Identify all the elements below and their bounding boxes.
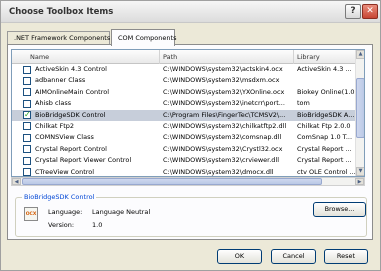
help-button[interactable]: ? — [345, 4, 361, 19]
row-library: Chilkat Ftp 2.0.0 — [297, 121, 351, 130]
row-path: C:\WINDOWS\system32\YXOnline.ocx — [163, 87, 285, 96]
row-library: tom — [297, 99, 310, 108]
row-name: Crystal Report Viewer Control — [35, 156, 132, 165]
close-button[interactable]: ✕ — [362, 4, 378, 19]
row-path: C:\Program Files\FingerTec\TCMSV2\... — [163, 110, 286, 119]
row-name: Ahisb class — [35, 99, 72, 108]
row-library: ComSnap 1.0 T... — [297, 133, 353, 142]
row-checkbox[interactable] — [23, 122, 31, 131]
row-library: BioBridgeSDK A... — [297, 110, 355, 119]
window-title: Choose Toolbox Items — [9, 7, 114, 17]
column-header-library[interactable]: Library — [294, 50, 357, 64]
row-name: BioBridgeSDK Control — [35, 110, 106, 119]
row-library — [297, 75, 357, 86]
table-row[interactable]: adbanner Class C:\WINDOWS\system32\msdxm.… — [12, 75, 357, 86]
language-label: Language: — [48, 208, 83, 216]
row-name: AIMOnlineMain Control — [35, 87, 110, 96]
tab-com-components[interactable]: COM Components — [111, 29, 176, 46]
ok-button[interactable]: OK — [217, 249, 262, 264]
table-row[interactable]: CTreeView Control C:\WINDOWS\system32\dmo… — [12, 167, 357, 176]
scroll-left-arrow-icon[interactable]: ◀ — [12, 178, 21, 185]
horizontal-scrollbar[interactable]: ◀ ▶ — [11, 177, 365, 186]
cancel-button[interactable]: Cancel — [271, 249, 316, 264]
row-name: Chilkat Ftp2 — [35, 121, 75, 130]
choose-toolbox-items-dialog: Choose Toolbox Items ? ✕ .NET Framework … — [0, 0, 381, 271]
table-row[interactable]: Crystal Report Viewer Control C:\WINDOWS\… — [12, 155, 357, 166]
row-path: C:\WINDOWS\system32\crviewer.dll — [163, 156, 280, 165]
table-row[interactable]: Chilkat Ftp2 C:\WINDOWS\system32\chilkatf… — [12, 121, 357, 132]
title-bar: Choose Toolbox Items ? ✕ — [1, 1, 380, 23]
language-value: Language Neutral — [92, 208, 151, 216]
row-path: C:\WINDOWS\system32\inetcrr\port... — [163, 99, 285, 108]
browse-button[interactable]: Browse... — [313, 202, 366, 217]
row-checkbox[interactable] — [23, 145, 31, 154]
row-name: COMNSView Class — [35, 133, 94, 142]
table-row[interactable]: Ahisb class C:\WINDOWS\system32\inetcrr\p… — [12, 98, 357, 109]
row-path: C:\WINDOWS\system32\dmocx.dll — [163, 167, 274, 176]
row-library: Crystal Report ... — [297, 144, 352, 153]
table-row[interactable]: BioBridgeSDK Control C:\Program Files\Fin… — [12, 109, 357, 121]
tab-strip: .NET Framework Components COM Components — [7, 29, 367, 46]
row-checkbox[interactable] — [23, 156, 31, 165]
version-value: 1.0 — [92, 221, 103, 229]
ocx-icon: OCX — [24, 207, 38, 221]
reset-button[interactable]: Reset — [324, 249, 368, 264]
row-library: Crystal Report ... — [297, 156, 352, 165]
row-library: ctv OLE Control ... — [297, 167, 356, 176]
version-label: Version: — [48, 221, 75, 229]
row-checkbox[interactable] — [23, 88, 31, 97]
row-name: Crystal Report Control — [35, 144, 107, 153]
table-row[interactable]: COMNSView Class C:\WINDOWS\system32\comsn… — [12, 132, 357, 143]
row-checkbox[interactable] — [23, 133, 31, 142]
row-checkbox[interactable] — [23, 168, 31, 176]
row-path: C:\WINDOWS\system32\actskin4.ocx — [163, 65, 283, 73]
table-row[interactable]: Crystal Report Control C:\WINDOWS\system3… — [12, 144, 357, 155]
row-path: C:\WINDOWS\system32\Crystl32.ocx — [163, 144, 283, 153]
row-name: adbanner Class — [35, 76, 86, 85]
row-checkbox[interactable] — [23, 65, 31, 74]
row-checkbox[interactable] — [23, 99, 31, 108]
row-checkbox[interactable] — [23, 110, 31, 120]
row-library: Biokey Online(1.0) — [297, 87, 357, 96]
table-row[interactable]: AIMOnlineMain Control C:\WINDOWS\system32… — [12, 87, 357, 98]
list-header: Name Path Library — [12, 50, 357, 64]
tab-net-framework-components[interactable]: .NET Framework Components — [7, 31, 110, 45]
row-path: C:\WINDOWS\system32\chilkatftp2.dll — [163, 121, 287, 130]
column-header-name[interactable]: Name — [12, 50, 160, 64]
scroll-right-arrow-icon[interactable]: ▶ — [355, 178, 364, 185]
row-library: ActiveSkin 4.3 ... — [297, 65, 352, 73]
table-row[interactable]: ActiveSkin 4.3 Control C:\WINDOWS\system3… — [12, 64, 357, 75]
row-name: CTreeView Control — [35, 167, 95, 176]
scroll-down-arrow-icon[interactable]: ▼ — [356, 167, 364, 176]
details-group-title: BioBridgeSDK Control — [22, 193, 97, 201]
vertical-scroll-thumb[interactable] — [356, 78, 364, 138]
horizontal-scroll-thumb[interactable] — [22, 178, 322, 185]
row-path: C:\WINDOWS\system32\comsnap.dll — [163, 133, 282, 142]
vertical-scrollbar[interactable]: ▲ ▼ — [355, 50, 364, 176]
column-header-path[interactable]: Path — [160, 50, 294, 64]
components-list[interactable]: Name Path Library ActiveSkin 4.3 Control… — [11, 49, 365, 177]
row-name: ActiveSkin 4.3 Control — [35, 65, 107, 73]
row-path: C:\WINDOWS\system32\msdxm.ocx — [163, 76, 280, 85]
list-rows: ActiveSkin 4.3 Control C:\WINDOWS\system3… — [12, 64, 357, 176]
scroll-up-arrow-icon[interactable]: ▲ — [356, 50, 364, 59]
row-checkbox[interactable] — [23, 76, 31, 85]
